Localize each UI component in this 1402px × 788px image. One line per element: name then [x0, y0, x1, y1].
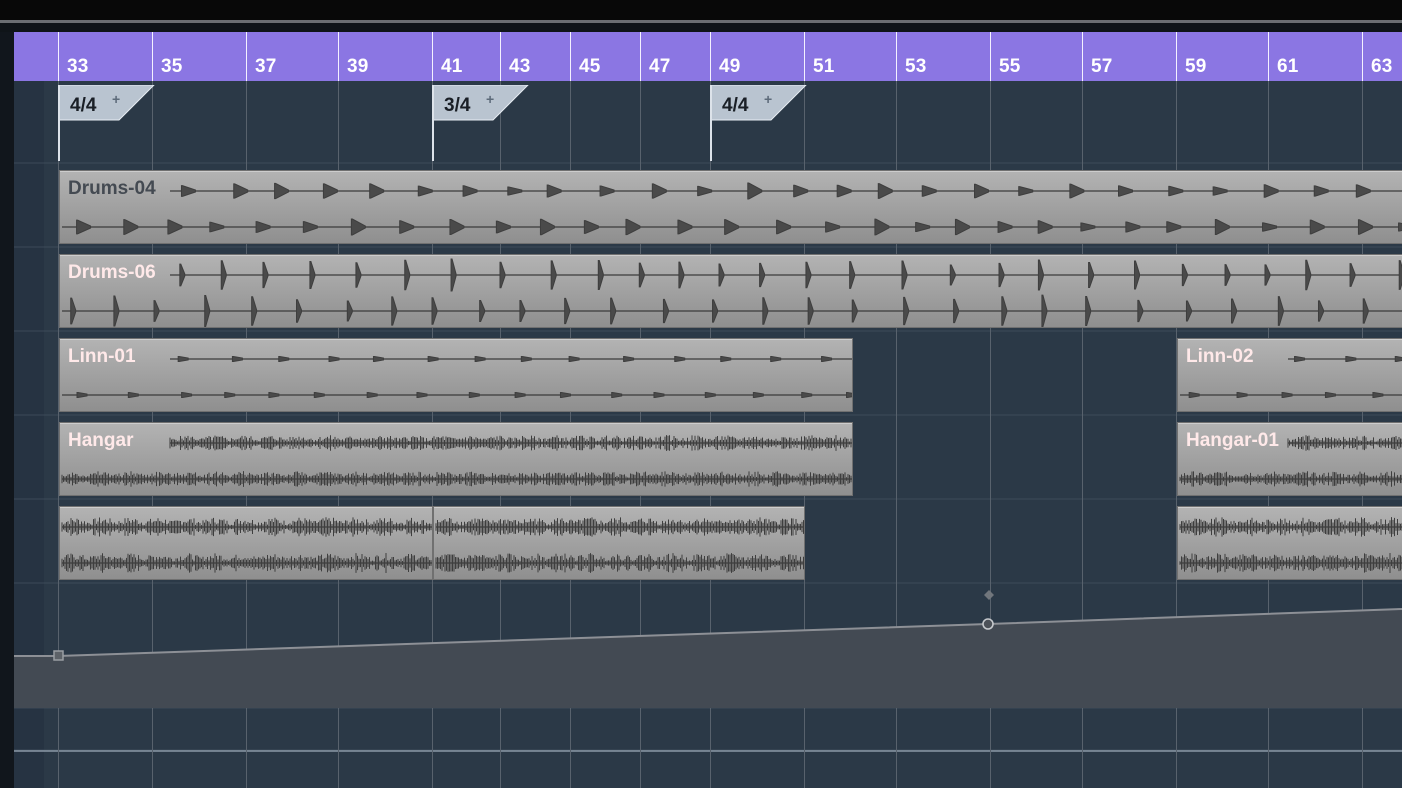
- ruler-bar-number: 59: [1185, 56, 1207, 77]
- ruler-tick: [990, 32, 991, 81]
- ruler-tick: [570, 32, 571, 81]
- ruler-bar-number: 41: [441, 56, 463, 77]
- ruler-tick: [58, 32, 59, 81]
- ruler-tick: [804, 32, 805, 81]
- ruler-bar-number: 51: [813, 56, 835, 77]
- automation-lane[interactable]: [14, 81, 1402, 788]
- ruler-bar-number: 33: [67, 56, 89, 77]
- window-shadow: [0, 23, 1402, 32]
- ruler-bar-number: 35: [161, 56, 183, 77]
- ruler-tick: [1176, 32, 1177, 81]
- ruler-tick: [640, 32, 641, 81]
- window-top-bar: [0, 0, 1402, 20]
- ruler-bar-number: 63: [1371, 56, 1393, 77]
- ruler-tick: [710, 32, 711, 81]
- ruler-tick: [338, 32, 339, 81]
- ruler-bar-number: 43: [509, 56, 531, 77]
- ruler-bar-number: 55: [999, 56, 1021, 77]
- ruler-tick: [1268, 32, 1269, 81]
- ruler-bar-number: 37: [255, 56, 277, 77]
- ruler-bar-number: 53: [905, 56, 927, 77]
- automation-square-node-icon[interactable]: [53, 650, 64, 661]
- ruler-bar-number: 39: [347, 56, 369, 77]
- left-track-edge: [0, 32, 14, 788]
- automation-node-icon[interactable]: [982, 618, 994, 630]
- automation-diamond-icon[interactable]: [984, 590, 994, 600]
- bar-ruler[interactable]: 33 35 37 39 41 43 45 47 49 51 53 55 57 59 61 63: [14, 32, 1402, 81]
- ruler-tick: [500, 32, 501, 81]
- ruler-tick: [432, 32, 433, 81]
- ruler-tick: [1082, 32, 1083, 81]
- project-tracks: 4/4 + 3/4 + 4/4 + Drums-04 Drums-06 Linn…: [14, 81, 1402, 788]
- ruler-bar-number: 45: [579, 56, 601, 77]
- ruler-tick: [152, 32, 153, 81]
- ruler-tick: [1362, 32, 1363, 81]
- ruler-bar-number: 61: [1277, 56, 1299, 77]
- automation-area: [14, 609, 1402, 708]
- ruler-bar-number: 47: [649, 56, 671, 77]
- ruler-tick: [246, 32, 247, 81]
- ruler-tick: [896, 32, 897, 81]
- ruler-bar-number: 57: [1091, 56, 1113, 77]
- ruler-bar-number: 49: [719, 56, 741, 77]
